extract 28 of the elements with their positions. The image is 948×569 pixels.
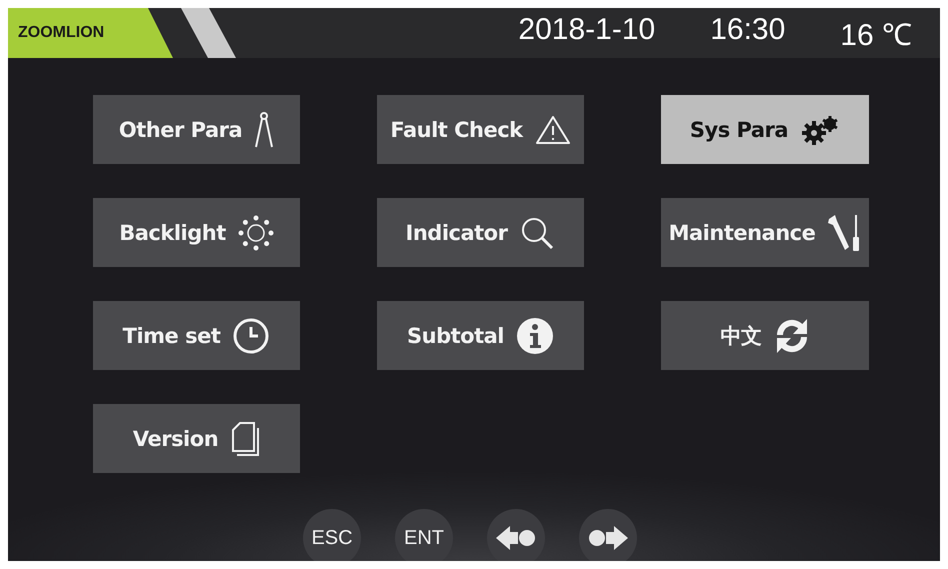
back-arrow-icon [494, 525, 538, 551]
clock-icon [232, 316, 270, 354]
forward-button[interactable] [579, 509, 637, 561]
tools-icon [827, 212, 862, 252]
compass-icon [254, 110, 274, 148]
nav-button[interactable]: ESC [303, 509, 361, 561]
menu-button[interactable]: 中文 [661, 301, 869, 370]
menu-button[interactable]: Time set [93, 301, 300, 370]
nav-button[interactable]: ENT [395, 509, 453, 561]
sun-icon [238, 214, 274, 250]
menu-button[interactable]: Sys Para [661, 95, 869, 164]
menu-button[interactable]: Other Para [93, 95, 300, 164]
warning-icon [534, 114, 571, 146]
brand-logo: ZOOMLION [8, 8, 173, 58]
menu-button[interactable]: Fault Check [377, 95, 584, 164]
date-text: 2018-1-10 [518, 12, 656, 48]
menu-button[interactable]: Version [93, 404, 300, 473]
temperature-text: 16 ℃ [840, 18, 912, 54]
forward-arrow-icon [586, 525, 630, 551]
menu-button[interactable]: Backlight [93, 198, 300, 267]
time-text: 16:30 [710, 12, 786, 48]
gears-icon [800, 114, 840, 144]
document-icon [230, 420, 260, 458]
menu-button[interactable]: Indicator [377, 198, 584, 267]
info-icon [516, 316, 554, 354]
menu-button[interactable]: Subtotal [377, 301, 584, 370]
menu-button[interactable]: Maintenance [661, 198, 869, 267]
back-button[interactable] [487, 509, 545, 561]
